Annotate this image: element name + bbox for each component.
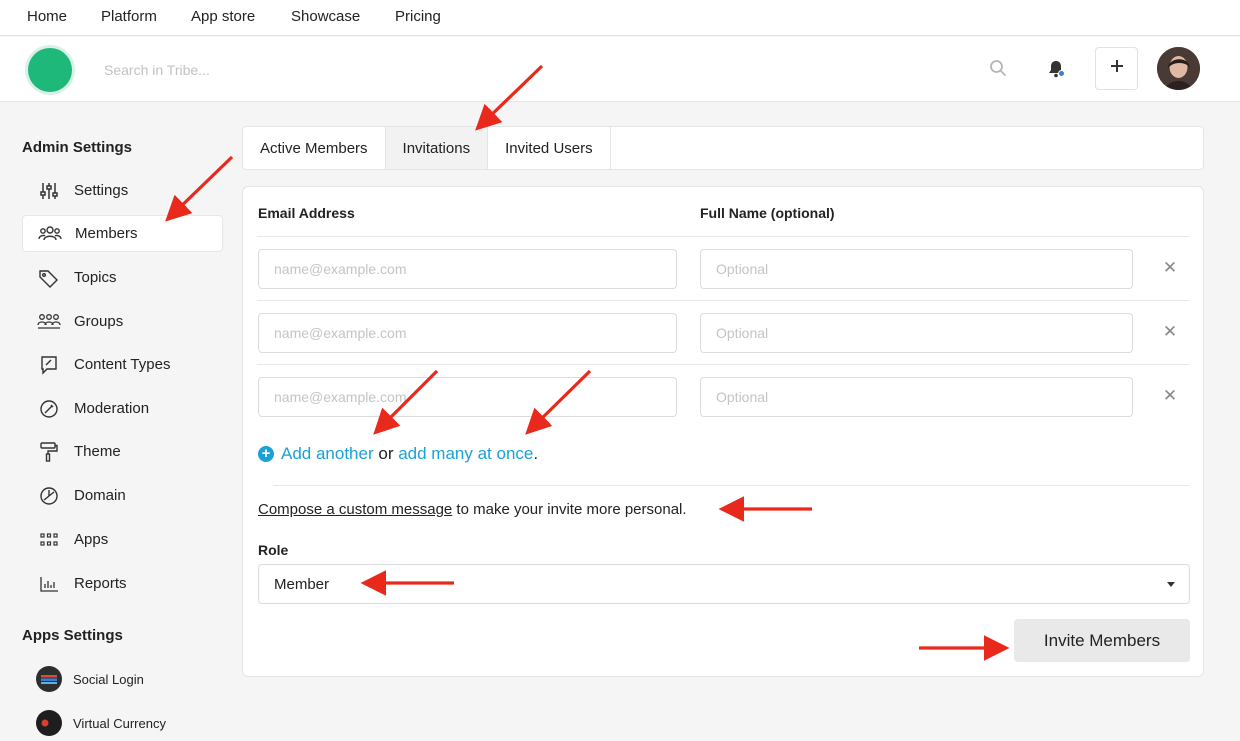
sidebar-item-label: Topics <box>74 269 117 286</box>
create-plus-button[interactable] <box>1095 47 1138 90</box>
sidebar-item-label: Reports <box>74 575 127 592</box>
social-login-app-icon <box>36 666 62 692</box>
divider <box>273 485 1189 486</box>
email-field[interactable] <box>258 313 677 353</box>
remove-row-icon[interactable]: ✕ <box>1161 386 1179 405</box>
add-many-link[interactable]: add many at once <box>398 444 533 464</box>
nav-showcase-link[interactable]: Showcase <box>291 8 360 25</box>
sliders-icon <box>36 180 62 202</box>
tag-icon <box>36 267 62 289</box>
sidebar-item-groups[interactable]: Groups <box>22 303 223 340</box>
search-icon[interactable] <box>989 59 1009 79</box>
sidebar-item-label: Settings <box>74 182 129 199</box>
divider <box>257 236 1189 237</box>
divider <box>257 364 1189 365</box>
add-another-link[interactable]: Add another <box>281 444 374 464</box>
sidebar-item-members[interactable]: Members <box>22 215 223 252</box>
apps-settings-heading: Apps Settings <box>22 627 123 644</box>
remove-row-icon[interactable]: ✕ <box>1161 322 1179 341</box>
full-name-field[interactable] <box>700 249 1133 289</box>
compose-hint-text: to make your invite more personal. <box>452 501 687 518</box>
add-rows-line: + Add another or add many at once . <box>258 444 538 464</box>
members-icon <box>37 223 63 245</box>
plus-icon <box>1109 58 1125 79</box>
groups-icon <box>36 311 62 333</box>
sidebar-item-settings[interactable]: Settings <box>22 172 223 209</box>
period-text: . <box>533 444 539 463</box>
search-input[interactable] <box>104 57 404 83</box>
user-avatar[interactable] <box>1157 47 1200 90</box>
nav-platform-link[interactable]: Platform <box>101 8 157 25</box>
admin-settings-heading: Admin Settings <box>22 139 133 156</box>
tab-active-members[interactable]: Active Members <box>243 127 386 169</box>
app-item-social-login[interactable]: Social Login <box>36 666 144 692</box>
app-header <box>0 37 1240 102</box>
sidebar-item-label: Groups <box>74 313 124 330</box>
compose-message-line: Compose a custom message to make your in… <box>258 501 687 518</box>
community-logo[interactable] <box>28 48 72 92</box>
tab-invited-users[interactable]: Invited Users <box>488 127 611 169</box>
nav-app-store-link[interactable]: App store <box>191 8 255 25</box>
sidebar-item-label: Theme <box>74 443 121 460</box>
nav-pricing-link[interactable]: Pricing <box>395 8 441 25</box>
sidebar-item-label: Moderation <box>74 400 150 417</box>
site-nav: Home Platform App store Showcase Pricing <box>0 0 1240 36</box>
sidebar-item-topics[interactable]: Topics <box>22 259 223 296</box>
sidebar-item-domain[interactable]: Domain <box>22 477 223 514</box>
email-field[interactable] <box>258 249 677 289</box>
role-select[interactable]: Member <box>258 564 1190 604</box>
paint-roller-icon <box>36 441 62 463</box>
remove-row-icon[interactable]: ✕ <box>1161 258 1179 277</box>
sidebar-item-moderation[interactable]: Moderation <box>22 390 223 427</box>
apps-grid-icon <box>36 529 62 551</box>
full-name-field[interactable] <box>700 313 1133 353</box>
sidebar-item-reports[interactable]: Reports <box>22 565 223 602</box>
email-column-header: Email Address <box>258 205 355 221</box>
sidebar-item-theme[interactable]: Theme <box>22 433 223 470</box>
invite-panel: Email Address Full Name (optional) ✕ ✕ ✕… <box>242 186 1204 677</box>
bar-chart-icon <box>36 573 62 595</box>
sidebar-item-label: Members <box>75 225 138 242</box>
app-item-virtual-currency[interactable]: Virtual Currency <box>36 710 166 736</box>
app-item-label: Virtual Currency <box>73 715 166 731</box>
sidebar-item-label: Domain <box>74 487 126 504</box>
members-tabs: Active Members Invitations Invited Users <box>242 126 1204 170</box>
bell-icon[interactable] <box>1046 59 1066 79</box>
app-item-label: Social Login <box>73 671 144 687</box>
email-field[interactable] <box>258 377 677 417</box>
name-column-header: Full Name (optional) <box>700 205 835 221</box>
tab-invitations[interactable]: Invitations <box>385 127 489 169</box>
content-types-icon <box>36 354 62 376</box>
chevron-down-icon <box>1167 582 1175 587</box>
sidebar-item-label: Content Types <box>74 356 171 373</box>
full-name-field[interactable] <box>700 377 1133 417</box>
compose-custom-message-link[interactable]: Compose a custom message <box>258 501 452 518</box>
add-circle-icon[interactable]: + <box>258 446 274 462</box>
sidebar-item-content-types[interactable]: Content Types <box>22 346 223 383</box>
role-selected-value: Member <box>274 575 330 593</box>
or-text: or <box>373 444 399 463</box>
domain-icon <box>36 485 62 507</box>
nav-home-link[interactable]: Home <box>27 8 67 25</box>
virtual-currency-app-icon <box>36 710 62 736</box>
sidebar-item-apps[interactable]: Apps <box>22 521 223 558</box>
role-label: Role <box>258 542 289 558</box>
divider <box>257 300 1189 301</box>
moderation-icon <box>36 398 62 420</box>
invite-members-button[interactable]: Invite Members <box>1014 619 1190 662</box>
sidebar-item-label: Apps <box>74 531 109 548</box>
